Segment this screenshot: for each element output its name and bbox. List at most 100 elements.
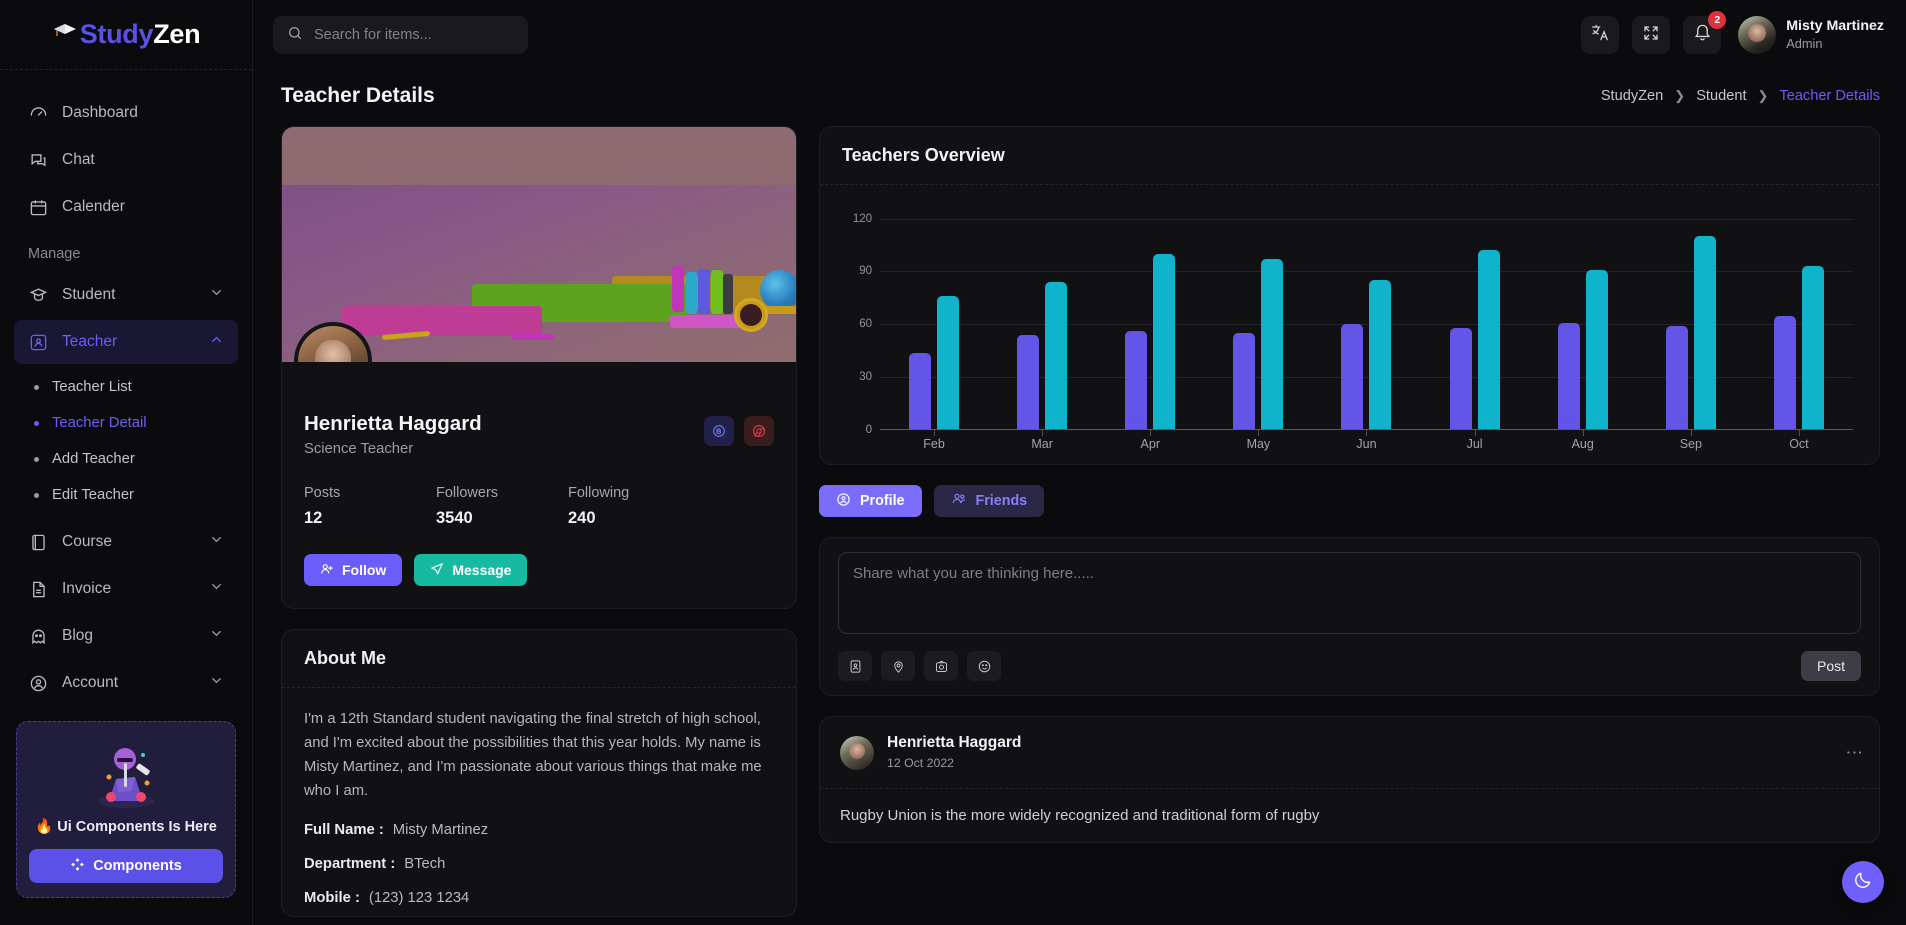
field-value: Misty Martinez [392,821,489,838]
moon-icon [1853,870,1873,895]
stat-following: Following 240 [568,485,700,528]
app-logo[interactable]: Study Zen [0,0,252,70]
chart-plot-area [880,201,1853,436]
sidebar-item-label: Calender [62,198,125,215]
location-pin-icon[interactable] [881,651,915,681]
chart-bar [1045,282,1068,430]
profile-role: Science Teacher [304,441,414,457]
theme-toggle-button[interactable] [1842,861,1884,903]
chrome-icon[interactable] [744,416,774,446]
sidebar-item-chat[interactable]: Chat [14,138,238,182]
post-header: Henrietta Haggard 12 Oct 2022 ⋮ [820,717,1879,790]
camera-icon[interactable] [924,651,958,681]
banner-book [698,269,710,314]
user-menu[interactable]: Misty Martinez Admin [1738,16,1884,54]
post-button[interactable]: Post [1800,651,1861,681]
bullet-icon [34,492,39,498]
page-header: Teacher Details StudyZen ❯ Student ❯ Tea… [253,70,1906,126]
breadcrumb: StudyZen ❯ Student ❯ Teacher Details [1601,88,1880,104]
graduation-cap-icon [52,19,78,50]
post-card: Henrietta Haggard 12 Oct 2022 ⋮ Rugby Un… [819,716,1880,844]
sidebar-subitem-teacher-list[interactable]: Teacher List [0,369,252,405]
sidebar-subitem-label: Edit Teacher [52,487,134,503]
tab-friends[interactable]: Friends [933,485,1045,517]
logo-text-part2: Zen [153,19,201,49]
chart-bar-group [1096,201,1204,436]
field-value: (123) 123 1234 [368,889,470,906]
about-title: About Me [282,630,796,688]
message-button-label: Message [452,562,512,578]
avatar [1738,16,1777,54]
fullscreen-button[interactable] [1632,16,1671,54]
sidebar-item-account[interactable]: Account [14,661,238,705]
contact-card-icon[interactable] [838,651,872,681]
search-box[interactable] [273,16,528,54]
chevron-up-icon [209,332,224,352]
sidebar-nav: Dashboard Chat Calender Manage Student T… [0,70,252,705]
sidebar-item-course[interactable]: Course [14,520,238,564]
stat-followers: Followers 3540 [436,485,568,528]
teachers-overview-card: Teachers Overview 0 30 60 90 120 Feb Mar Apr Ma… [819,126,1880,465]
translate-button[interactable] [1581,16,1620,54]
sidebar-item-student[interactable]: Student [14,273,238,317]
profile-actions: Follow Message [304,554,774,586]
chart-bars [880,201,1853,436]
breadcrumb-item-student[interactable]: Student [1696,88,1746,104]
bullet-icon [34,420,39,426]
chart-bar [909,352,932,430]
notifications-button[interactable]: 2 [1683,11,1727,54]
content-area: Henrietta Haggard Science Teacher Posts … [253,126,1906,925]
page-title: Teacher Details [281,84,435,107]
sidebar-item-invoice[interactable]: Invoice [14,567,238,611]
grid-diamond-icon [70,857,85,876]
tab-profile[interactable]: Profile [819,485,922,517]
left-column: Henrietta Haggard Science Teacher Posts … [281,126,797,925]
sidebar-item-blog[interactable]: Blog [14,614,238,658]
emoji-icon[interactable] [967,651,1001,681]
composer-textarea[interactable] [838,552,1861,634]
topbar: 2 Misty Martinez Admin [253,0,1906,70]
fire-emoji-icon: 🔥 [35,819,54,835]
chart-bar [937,296,960,430]
sidebar-item-calender[interactable]: Calender [14,185,238,229]
sidebar-subitem-label: Teacher List [52,379,132,395]
dashboard-icon [28,103,48,123]
message-button[interactable]: Message [414,554,528,586]
stat-posts: Posts 12 [304,485,436,528]
breadcrumb-item-current: Teacher Details [1779,88,1880,104]
banner-clock-face [740,304,762,326]
breadcrumb-item-studyzen[interactable]: StudyZen [1601,88,1663,104]
field-value: BTech [404,855,446,872]
chevron-down-icon [209,532,224,552]
post-author-avatar [840,735,874,770]
post-text: Rugby Union is the more widely recognize… [840,807,1320,825]
chart-y-tick: 30 [859,371,872,384]
sidebar-item-dashboard[interactable]: Dashboard [14,91,238,135]
tab-label: Profile [860,493,905,509]
sidebar-subitem-add-teacher[interactable]: Add Teacher [0,441,252,477]
field-key: Mobile : [304,889,360,906]
teacher-submenu: Teacher List Teacher Detail Add Teacher … [0,367,252,517]
components-button[interactable]: Components [29,849,223,883]
banner-shape [342,306,542,336]
chart-bar [1585,269,1608,430]
sidebar-item-label: Dashboard [62,104,138,121]
bullet-icon [34,384,39,390]
promo-title: 🔥 Ui Components Is Here [29,818,223,835]
follow-button[interactable]: Follow [304,554,403,586]
chart-bar-group [988,201,1096,436]
stat-value: 12 [304,509,323,527]
sidebar-subitem-teacher-detail[interactable]: Teacher Detail [0,405,252,441]
more-vertical-icon[interactable]: ⋮ [1845,744,1864,762]
chart-bar [1341,324,1364,430]
sidebar-item-label: Blog [62,627,94,644]
chart-bar [1261,259,1284,430]
sidebar-subitem-edit-teacher[interactable]: Edit Teacher [0,477,252,513]
file-icon [28,579,48,599]
sidebar-item-teacher[interactable]: Teacher [14,320,238,364]
about-card: About Me I'm a 12th Standard student nav… [281,629,797,917]
behance-icon[interactable] [704,416,734,446]
chart-baseline [880,429,1853,430]
search-input[interactable] [314,27,514,43]
sidebar-item-label: Student [62,286,116,303]
